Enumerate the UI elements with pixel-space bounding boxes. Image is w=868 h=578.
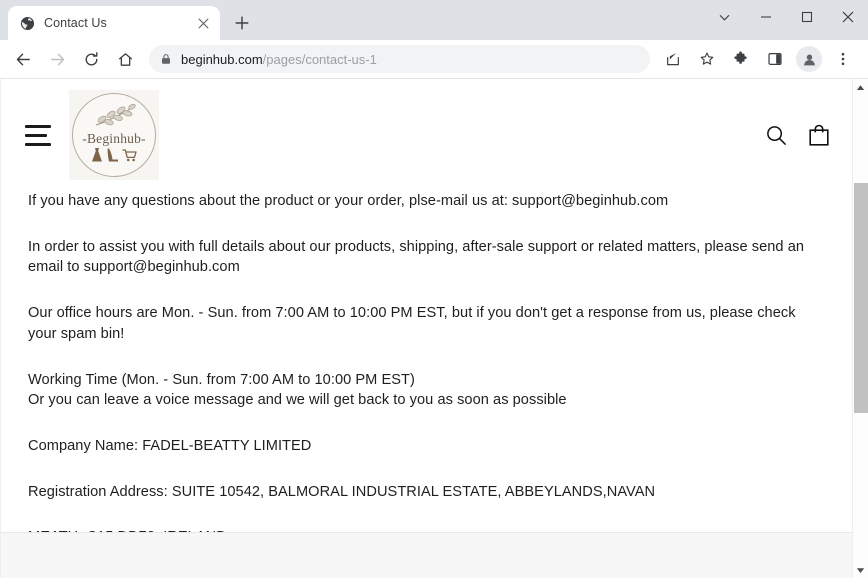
globe-icon [19,15,35,31]
working-time-line: Working Time (Mon. - Sun. from 7:00 AM t… [28,371,415,388]
paragraph-working-time: Working Time (Mon. - Sun. from 7:00 AM t… [28,370,828,411]
lock-icon [160,53,172,65]
scroll-up-arrow-icon[interactable] [853,79,868,95]
scroll-down-arrow-icon[interactable] [853,562,868,578]
logo-circle: -Beginhub- [72,93,156,177]
address-bar[interactable]: beginhub.com/pages/contact-us-1 [149,45,650,73]
side-panel-icon[interactable] [761,45,789,73]
shopping-bag-icon[interactable] [808,123,830,147]
bookmark-star-icon[interactable] [693,45,721,73]
minimize-icon[interactable] [745,0,786,34]
tab-close-icon[interactable] [194,14,212,32]
high-heel-icon [106,147,120,168]
page-body-content: If you have any questions about the prod… [1,191,852,578]
browser-toolbar: beginhub.com/pages/contact-us-1 [0,40,868,78]
page-content-wrapper: -Beginhub- If you have any questions abo… [1,79,852,578]
laurel-branch-icon [88,104,140,133]
new-tab-button[interactable] [228,9,256,37]
tab-title: Contact Us [44,16,107,30]
page-footer-band [1,532,852,578]
page-viewport: -Beginhub- If you have any questions abo… [0,78,868,578]
tab-search-chevron-icon[interactable] [704,0,745,34]
paragraph-office-hours: Our office hours are Mon. - Sun. from 7:… [28,305,796,342]
reload-icon[interactable] [77,45,105,73]
hamburger-line [25,142,51,146]
home-icon[interactable] [111,45,139,73]
url-domain: beginhub.com [181,51,263,67]
voice-message-line: Or you can leave a voice message and we … [28,392,567,409]
share-icon[interactable] [659,45,687,73]
url-text: beginhub.com/pages/contact-us-1 [181,52,377,67]
profile-avatar-icon[interactable] [796,46,822,72]
site-header: -Beginhub- [1,79,852,191]
paragraph-contact-email: If you have any questions about the prod… [28,193,669,209]
vertical-scrollbar[interactable] [852,79,868,578]
shopping-cart-icon [122,147,138,168]
paragraph-company-name: Company Name: FADEL-BEATTY LIMITED [28,438,312,455]
tab-list: Contact Us [0,0,256,40]
back-arrow-icon[interactable] [9,45,37,73]
logo-wordmark: -Beginhub- [82,131,146,147]
hamburger-line [25,133,47,137]
search-icon[interactable] [765,124,788,147]
toolbar-actions [656,45,860,73]
forward-arrow-icon[interactable] [43,45,71,73]
site-logo[interactable]: -Beginhub- [69,90,159,180]
window-controls [704,0,868,34]
dress-icon [90,147,104,168]
logo-icon-row [90,147,138,168]
web-page: -Beginhub- If you have any questions abo… [0,79,852,578]
url-path: /pages/contact-us-1 [262,51,377,67]
scrollbar-thumb[interactable] [853,183,868,413]
header-actions [765,123,830,147]
extensions-puzzle-icon[interactable] [727,45,755,73]
paragraph-assistance: In order to assist you with full details… [28,238,805,276]
hamburger-line [25,124,51,128]
browser-tab[interactable]: Contact Us [8,6,220,40]
scrollbar-track[interactable] [853,95,868,562]
close-icon[interactable] [827,0,868,34]
hamburger-menu-icon[interactable] [25,124,51,146]
browser-window: Contact Us beginhub.com/pages/contact-us… [0,0,868,578]
paragraph-registration-address: Registration Address: SUITE 10542, BALMO… [28,483,656,500]
three-dot-menu-icon[interactable] [829,45,857,73]
maximize-icon[interactable] [786,0,827,34]
tab-strip: Contact Us [0,0,868,40]
